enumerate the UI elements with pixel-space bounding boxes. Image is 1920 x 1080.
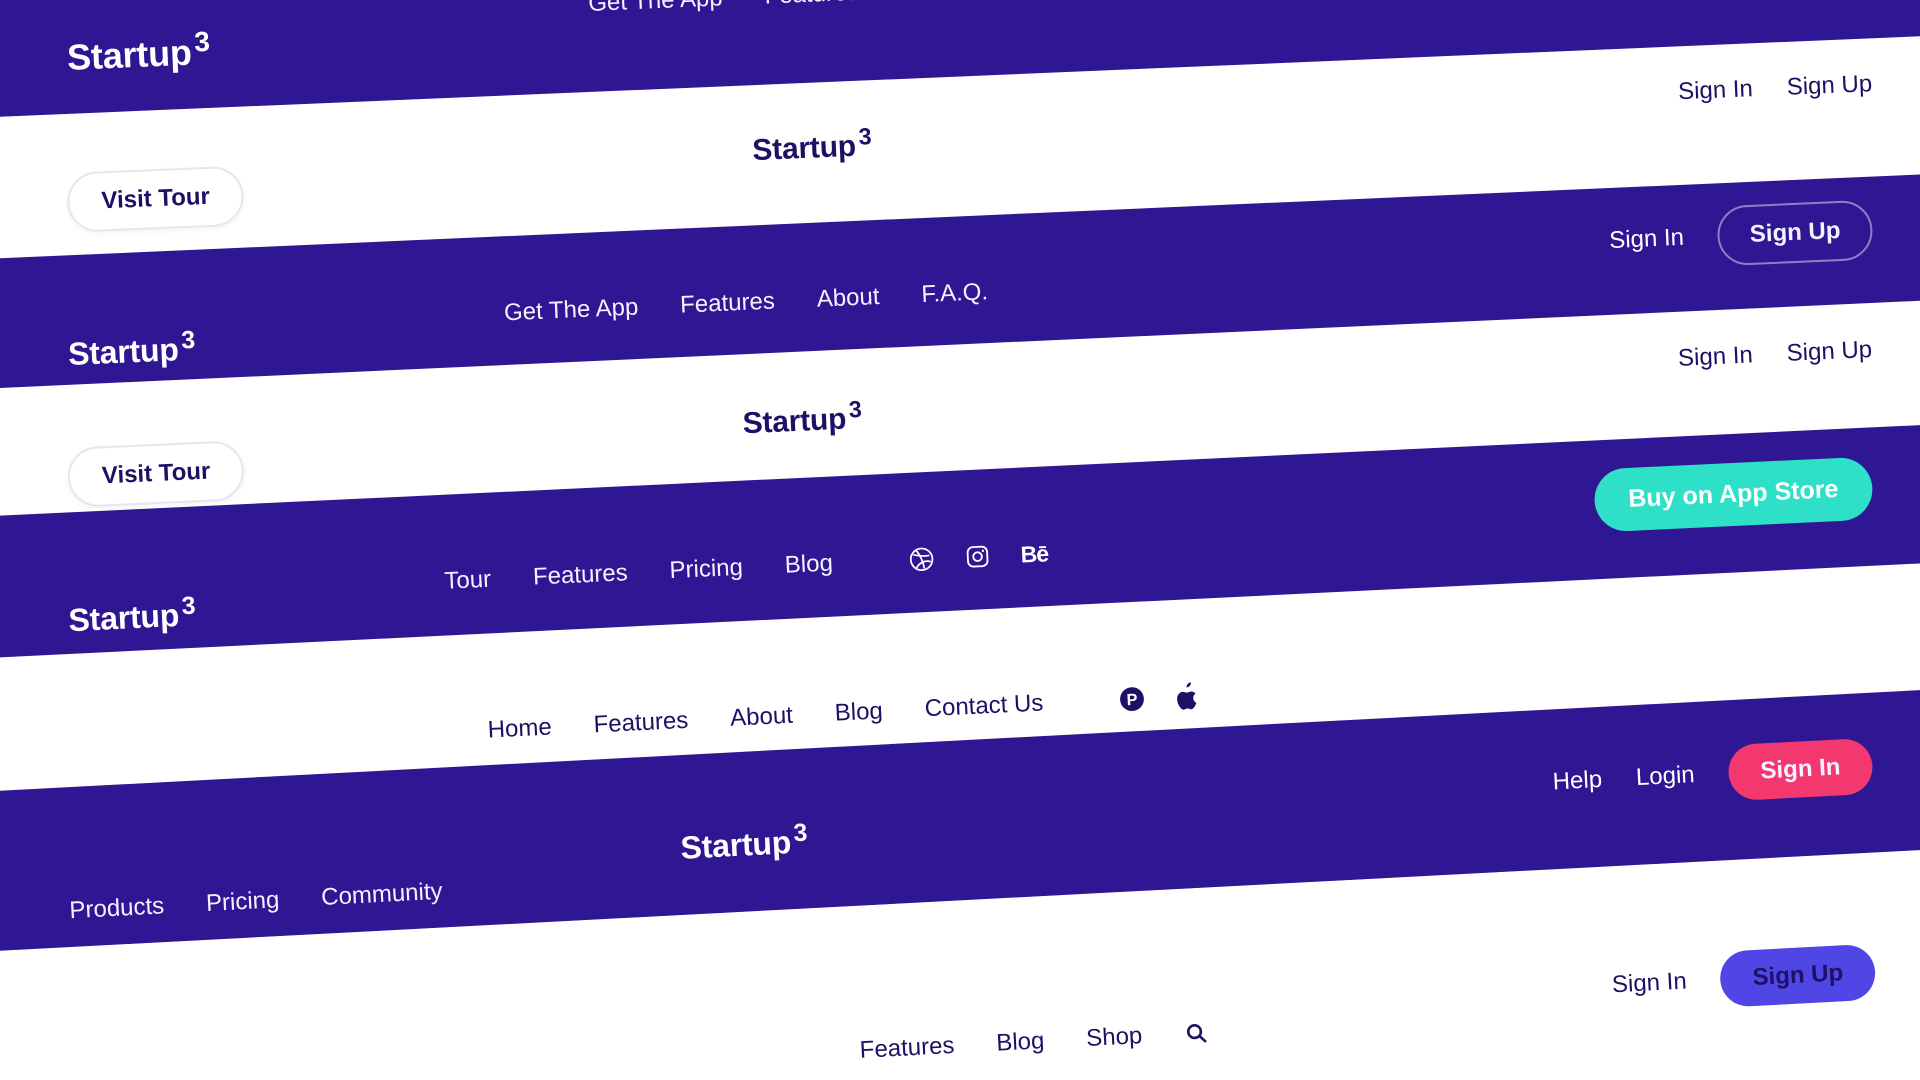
signin-link-8[interactable]: Sign In (1611, 968, 1687, 1000)
behance-icon[interactable]: Bē (1020, 540, 1049, 568)
nav-link-features[interactable]: Features (680, 288, 776, 320)
brand-name: Startup (67, 597, 180, 639)
nav-link-shop[interactable]: Shop (1086, 1022, 1143, 1053)
signup-button-3[interactable]: Sign Up (1716, 199, 1874, 267)
navbar-showcase-canvas: Startup3 Get The App Features About F.A.… (0, 0, 1920, 1080)
social-links-6: P (1119, 682, 1201, 714)
brand-name: Startup (67, 331, 180, 373)
instagram-icon[interactable] (964, 543, 991, 570)
brand-name: Startup (679, 824, 792, 866)
social-links-5: Bē (908, 540, 1049, 574)
nav-link-blog[interactable]: Blog (996, 1027, 1045, 1057)
brand-number: 3 (193, 25, 211, 58)
nav-actions-5: Buy on App Store (1592, 455, 1874, 533)
brand-name: Startup (741, 402, 847, 441)
signup-link-2[interactable]: Sign Up (1786, 70, 1872, 102)
nav-actions-2: Sign In Sign Up (1678, 70, 1873, 106)
brand-number: 3 (848, 395, 863, 423)
brand-logo-5[interactable]: Startup3 (67, 592, 196, 640)
signin-link-3[interactable]: Sign In (1609, 224, 1685, 255)
nav-actions-8: Sign In Sign Up (1611, 943, 1877, 1014)
signin-link-4[interactable]: Sign In (1677, 341, 1753, 372)
nav-link-products[interactable]: Products (69, 892, 165, 925)
brand-logo-4[interactable]: Startup3 (742, 396, 863, 441)
brand-number: 3 (180, 326, 196, 355)
buy-on-app-store-button[interactable]: Buy on App Store (1592, 455, 1874, 533)
nav-link-features[interactable]: Features (859, 1032, 955, 1065)
nav-links-1: Get The App Features About F.A.Q. (588, 0, 1073, 18)
brand-name: Startup (751, 129, 857, 168)
nav-link-contact-us[interactable]: Contact Us (924, 689, 1044, 723)
nav-link-pricing[interactable]: Pricing (669, 554, 744, 585)
nav-actions-4: Sign In Sign Up (1677, 336, 1872, 373)
nav-link-get-the-app[interactable]: Get The App (503, 294, 638, 328)
nav-actions-3: Sign In Sign Up (1608, 199, 1874, 271)
nav-link-blog[interactable]: Blog (784, 549, 833, 579)
nav-actions-7: Help Login Sign In (1551, 737, 1874, 811)
brand-logo-1[interactable]: Startup3 (66, 25, 211, 78)
visit-tour-button-4[interactable]: Visit Tour (66, 440, 246, 508)
nav-links-8: Features Blog Shop (859, 1019, 1209, 1065)
visit-tour-button-2[interactable]: Visit Tour (66, 165, 246, 233)
nav-link-features[interactable]: Features (593, 707, 689, 740)
nav-link-get-the-app[interactable]: Get The App (588, 0, 723, 18)
pinterest-icon[interactable]: P (1119, 685, 1146, 712)
brand-logo-2[interactable]: Startup3 (751, 123, 872, 168)
brand-name: Startup (66, 31, 193, 78)
brand-number: 3 (180, 591, 196, 621)
nav-link-community[interactable]: Community (321, 878, 444, 912)
brand-logo-7[interactable]: Startup3 (679, 819, 808, 867)
login-link-7[interactable]: Login (1635, 761, 1695, 792)
nav-link-features[interactable]: Features (764, 0, 860, 11)
dribbble-icon[interactable] (908, 546, 935, 573)
signin-link-2[interactable]: Sign In (1678, 75, 1754, 106)
nav-link-about[interactable]: About (816, 283, 880, 314)
signup-link-4[interactable]: Sign Up (1786, 336, 1873, 368)
nav-links-5: Tour Features Pricing Blog Bē (444, 539, 1049, 595)
svg-text:P: P (1126, 691, 1138, 710)
nav-links-3: Get The App Features About F.A.Q. (503, 278, 988, 327)
nav-link-home[interactable]: Home (487, 714, 552, 745)
nav-link-about[interactable]: About (901, 0, 965, 5)
brand-number: 3 (857, 123, 872, 150)
nav-links-7: Products Pricing Community (69, 878, 443, 926)
signin-button-7[interactable]: Sign In (1727, 737, 1874, 802)
nav-link-pricing[interactable]: Pricing (205, 886, 280, 918)
nav-link-features[interactable]: Features (532, 559, 628, 591)
nav-link-faq[interactable]: F.A.Q. (921, 278, 989, 309)
brand-number: 3 (792, 818, 808, 848)
nav-link-tour[interactable]: Tour (444, 566, 492, 596)
help-link-7[interactable]: Help (1552, 766, 1603, 797)
brand-logo-3[interactable]: Startup3 (67, 326, 196, 373)
search-icon[interactable] (1184, 1021, 1209, 1046)
nav-link-about[interactable]: About (730, 702, 794, 733)
apple-icon[interactable] (1174, 682, 1200, 711)
signup-button-8[interactable]: Sign Up (1719, 943, 1877, 1008)
nav-link-blog[interactable]: Blog (834, 697, 883, 727)
